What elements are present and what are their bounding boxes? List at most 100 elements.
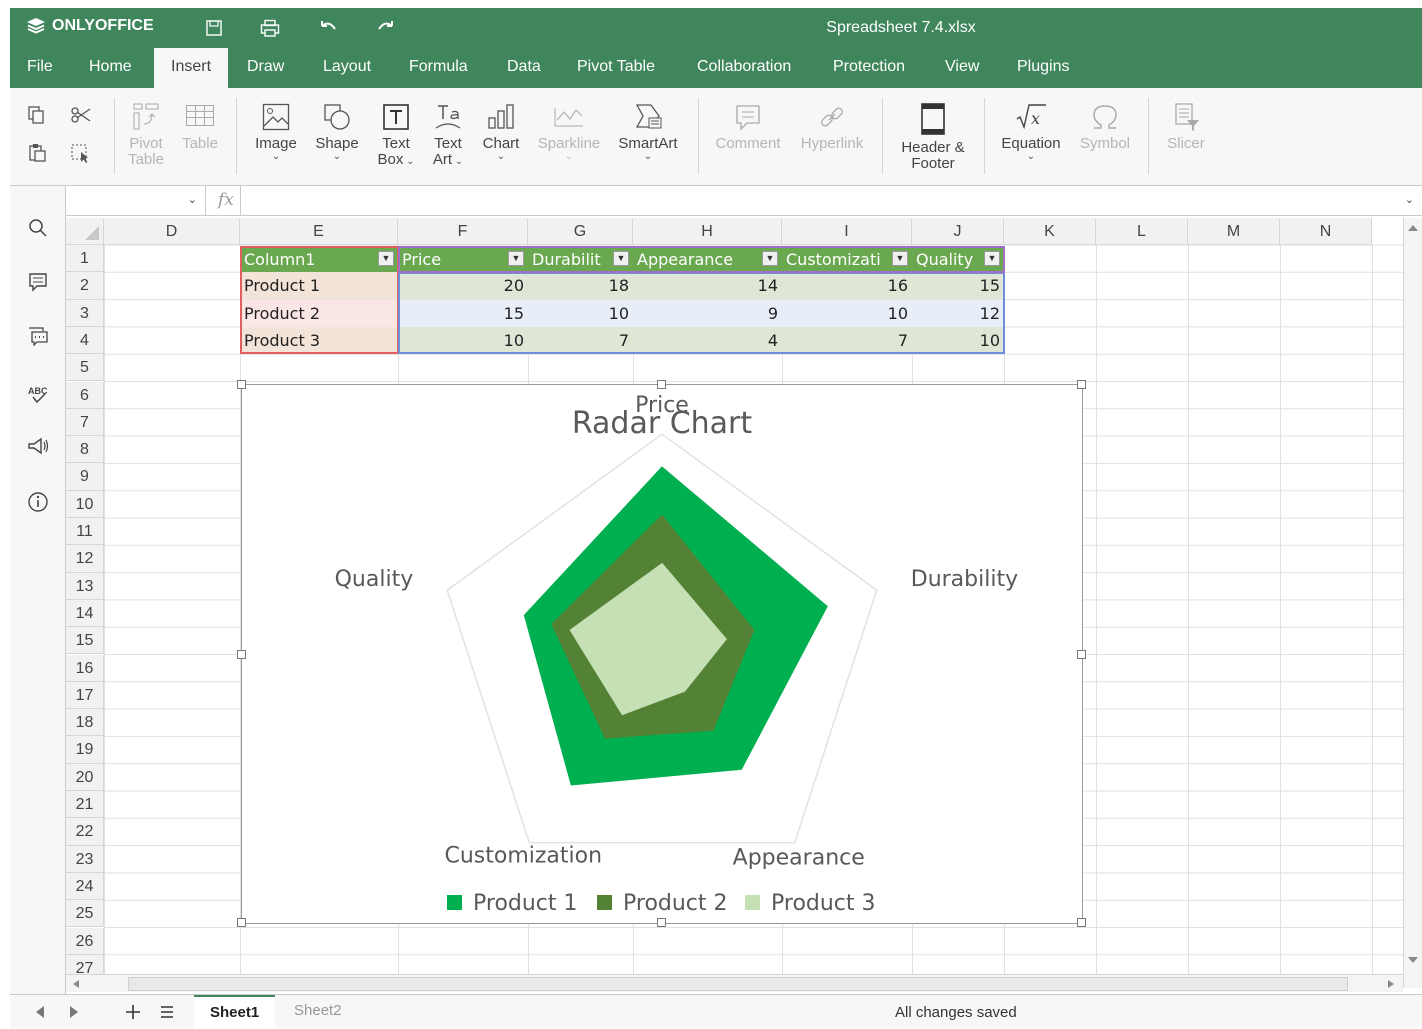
shape-button[interactable]: Shape ⌄: [312, 102, 362, 162]
spellcheck-icon[interactable]: ABC: [26, 382, 50, 406]
legend-label-1: Product 1: [473, 891, 578, 916]
expand-formula-icon[interactable]: ⌄: [1405, 193, 1414, 206]
legend-swatch-1: [447, 895, 462, 910]
table-button[interactable]: Table: [178, 102, 222, 152]
comment-icon: [736, 105, 760, 131]
equation-button[interactable]: x Equation ⌄: [996, 102, 1066, 162]
name-box-dropdown-icon[interactable]: ⌄: [188, 193, 197, 206]
legend-label-3: Product 3: [771, 891, 876, 916]
comments-icon[interactable]: [26, 270, 50, 294]
header-footer-label-1: Header &: [901, 139, 965, 156]
vertical-scrollbar[interactable]: [1403, 218, 1422, 988]
slicer-icon: [1175, 103, 1199, 131]
headers-range-outline: [398, 246, 1005, 274]
menu-tab-file[interactable]: File: [10, 48, 70, 88]
sheet-list-icon[interactable]: [158, 1003, 176, 1021]
smartart-button[interactable]: SmartArt ⌄: [614, 102, 682, 162]
about-icon[interactable]: [26, 490, 50, 514]
slicer-button[interactable]: Slicer: [1160, 102, 1212, 152]
omega-symbol-icon: [1093, 105, 1117, 129]
sparkline-button[interactable]: Sparkline ⌄: [534, 102, 604, 162]
legend-swatch-2: [597, 895, 612, 910]
left-sidebar: ABC: [10, 186, 66, 994]
axis-label-durability: Durability: [911, 567, 1018, 592]
cut-icon[interactable]: [68, 102, 94, 128]
menu-tab-layout[interactable]: Layout: [306, 48, 388, 88]
menu-bar: File Home Insert Draw Layout Formula Data Pivot…: [10, 48, 1422, 88]
select-all-icon[interactable]: [68, 140, 94, 166]
legend-label-2: Product 2: [623, 891, 728, 916]
copy-icon[interactable]: [24, 102, 50, 128]
chat-icon[interactable]: [26, 324, 50, 348]
horizontal-scrollbar[interactable]: [66, 974, 1403, 992]
insert-toolbar: Pivot Table Table Image ⌄ Shape ⌄ Text Box…: [10, 88, 1422, 186]
menu-tab-view[interactable]: View: [928, 48, 996, 88]
status-bar: Sheet1 Sheet2 All changes saved: [10, 994, 1422, 1028]
prev-sheet-icon[interactable]: [32, 1004, 48, 1020]
radar-chart[interactable]: Radar Chart Price Durability Appearance Cust…: [237, 380, 1086, 927]
resize-handle-e[interactable]: [1077, 650, 1086, 659]
formula-input[interactable]: [240, 186, 1420, 215]
menu-tab-insert[interactable]: Insert: [154, 48, 229, 88]
function-icon[interactable]: fx: [218, 190, 234, 210]
menu-tab-collaboration[interactable]: Collaboration: [680, 48, 808, 88]
textart-label-2: Art: [432, 151, 452, 168]
sheet-tab-sheet2[interactable]: Sheet2: [278, 995, 358, 1028]
paste-icon[interactable]: [24, 140, 50, 166]
menu-tab-protection[interactable]: Protection: [816, 48, 922, 88]
symbol-button[interactable]: Symbol: [1074, 102, 1136, 152]
axis-label-appearance: Appearance: [733, 846, 865, 871]
text-box-button[interactable]: Text Box ⌄: [374, 102, 418, 168]
menu-tab-plugins[interactable]: Plugins: [1000, 48, 1086, 88]
save-status: All changes saved: [895, 1004, 1017, 1021]
comment-button[interactable]: Comment: [710, 102, 786, 152]
axis-label-price: Price: [635, 393, 689, 418]
search-icon[interactable]: [26, 216, 50, 240]
resize-handle-ne[interactable]: [1077, 380, 1086, 389]
textbox-label-2: Box: [377, 151, 404, 168]
horizontal-scroll-thumb[interactable]: [128, 977, 1348, 991]
resize-handle-sw[interactable]: [237, 918, 246, 927]
hyperlink-button[interactable]: Hyperlink: [796, 102, 868, 152]
comment-label: Comment: [715, 135, 781, 152]
values-range-outline: [398, 272, 1005, 355]
sheet-tab-sheet1[interactable]: Sheet1: [194, 995, 276, 1028]
add-sheet-icon[interactable]: [124, 1003, 142, 1021]
scroll-down-icon: [1408, 957, 1418, 963]
symbol-label: Symbol: [1079, 135, 1131, 152]
resize-handle-nw[interactable]: [237, 380, 246, 389]
spreadsheet-grid[interactable]: DEFGHIJKLMN 1 2 3 4 5 6 7 8 9 10 11 12 13 14 15 16 17 18 1…: [66, 218, 1422, 988]
pivot-label-2: Table: [128, 151, 164, 168]
resize-handle-se[interactable]: [1077, 918, 1086, 927]
sparkline-icon: [554, 108, 583, 127]
menu-tab-data[interactable]: Data: [490, 48, 558, 88]
menu-tab-pivot-table[interactable]: Pivot Table: [560, 48, 672, 88]
resize-handle-w[interactable]: [237, 650, 246, 659]
name-box[interactable]: ⌄: [66, 186, 206, 215]
menu-tab-draw[interactable]: Draw: [230, 48, 301, 88]
feedback-icon[interactable]: [26, 434, 50, 458]
equation-label: Equation: [1001, 135, 1061, 152]
pivot-table-button[interactable]: Pivot Table: [126, 102, 166, 168]
resize-handle-n[interactable]: [657, 380, 666, 389]
text-art-icon: [435, 105, 461, 129]
chart-icon: [488, 104, 514, 129]
chart-button[interactable]: Chart ⌄: [480, 102, 522, 162]
text-art-button[interactable]: Text Art ⌄: [428, 102, 468, 168]
scroll-left-icon: [73, 980, 79, 988]
resize-handle-s[interactable]: [657, 918, 666, 927]
title-bar: ONLYOFFICE Spreadsheet 7.4.xlsx: [10, 8, 1422, 48]
chart-label: Chart: [482, 135, 520, 152]
next-sheet-icon[interactable]: [66, 1004, 82, 1020]
sparkline-label: Sparkline: [537, 135, 601, 152]
shape-label: Shape: [315, 135, 359, 152]
menu-tab-formula[interactable]: Formula: [392, 48, 485, 88]
image-label: Image: [255, 135, 297, 152]
hyperlink-icon: [821, 107, 843, 127]
image-button[interactable]: Image ⌄: [252, 102, 300, 162]
smartart-label: SmartArt: [618, 135, 678, 152]
radar-chart-svg: Radar ChartPriceDurabilityAppearanceCust…: [335, 393, 1019, 916]
header-footer-button[interactable]: Header & Footer: [894, 102, 972, 172]
textart-label-1: Text: [434, 135, 462, 152]
menu-tab-home[interactable]: Home: [72, 48, 149, 88]
